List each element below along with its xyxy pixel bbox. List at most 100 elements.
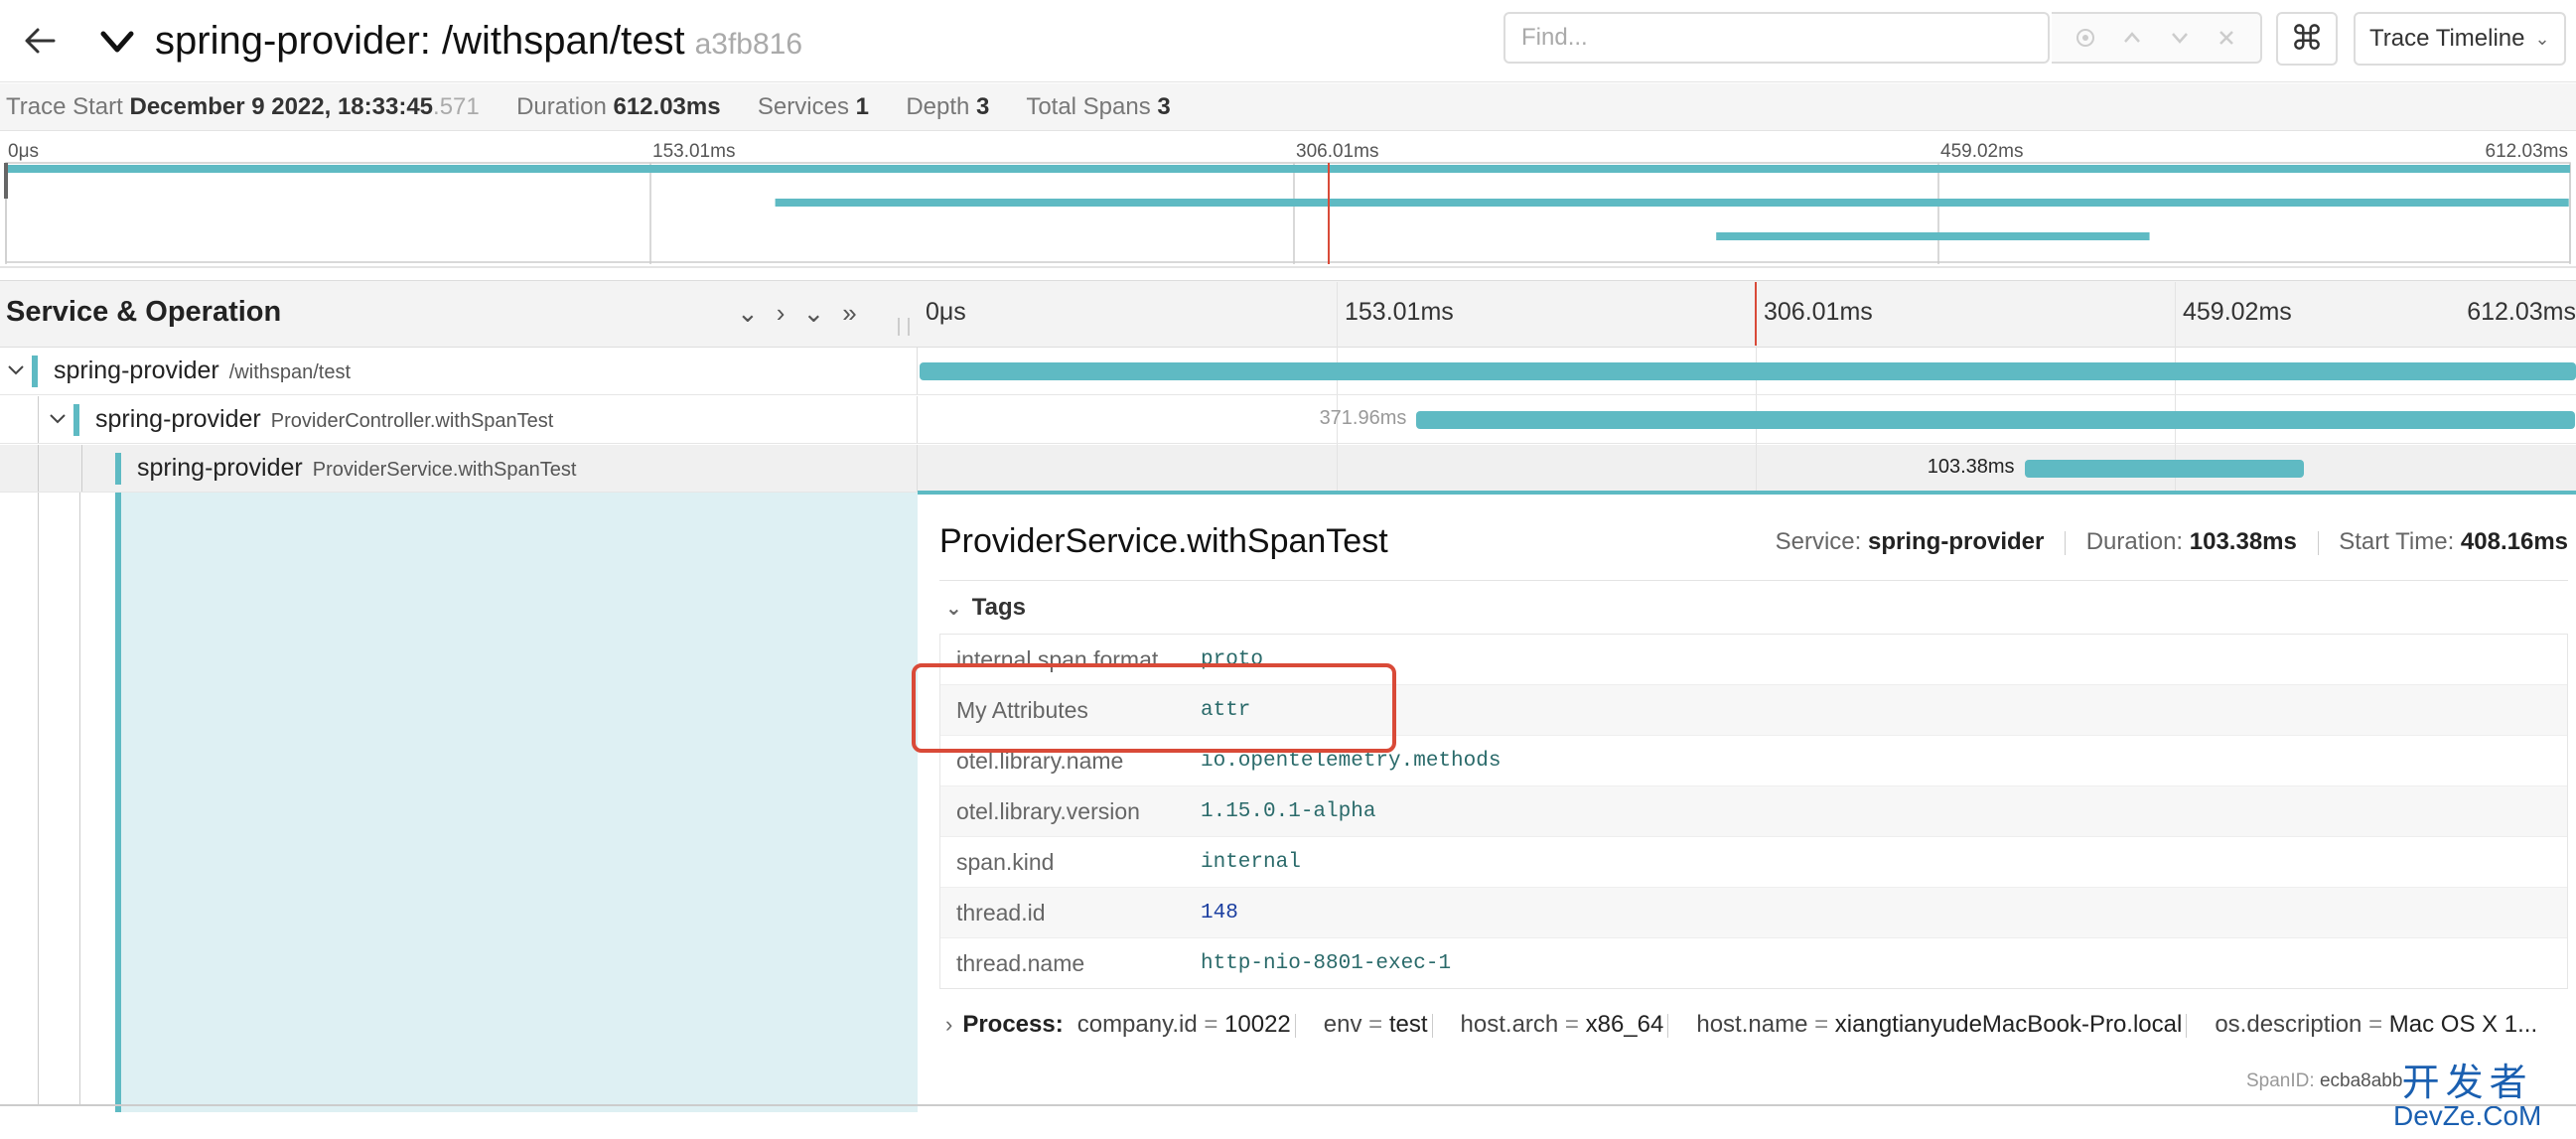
timeline-tick-label: 459.02ms [2183, 298, 2292, 326]
find-tools [2052, 12, 2262, 64]
process-kv-list: company.id = 10022 env = test host.arch = … [1064, 1011, 2537, 1038]
tree-indent-line [79, 493, 80, 1104]
span-duration-label: 371.96ms [1319, 407, 1407, 429]
minimap-frame [5, 162, 2571, 263]
process-kv: company.id = 10022 [1077, 1011, 1310, 1038]
timeline-tick-label: 306.01ms [1764, 298, 1873, 326]
chevron-down-icon[interactable] [2166, 24, 2194, 52]
expand-all-icon[interactable]: » [842, 298, 856, 329]
tree-controls: ⌄ › ⌄ » [737, 298, 857, 329]
span-id-label: SpanID: [2246, 1070, 2315, 1091]
collapse-one-icon[interactable]: ⌄ [737, 298, 759, 329]
depth-label: Depth [906, 93, 970, 120]
process-key: env [1323, 1011, 1362, 1038]
bottom-border [0, 1104, 2576, 1106]
span-id: SpanID: ecba8abb [2246, 1070, 2402, 1092]
timeline-tick-label: 612.03ms [2467, 298, 2576, 326]
span-name-cell[interactable]: spring-provider ProviderService.withSpanT… [0, 445, 918, 492]
detail-divider [939, 580, 2568, 581]
tree-indent-line [38, 493, 39, 1104]
span-name-cell[interactable]: spring-provider ProviderController.withSp… [0, 396, 918, 443]
span-bar[interactable] [920, 362, 2576, 380]
minimap-tick-label: 612.03ms [2486, 141, 2568, 162]
process-toggle[interactable]: › Process: company.id = 10022 env = test hos… [945, 1011, 2537, 1039]
total-spans-label: Total Spans [1026, 93, 1151, 120]
span-name-cell[interactable]: spring-provider/withspan/test [0, 348, 918, 394]
process-value: x86_64 [1585, 1011, 1664, 1038]
keyboard-shortcuts-button[interactable]: ⌘ [2276, 12, 2338, 66]
minimap-span-bar [6, 165, 2570, 173]
chevron-down-icon [100, 31, 134, 53]
watermark-bottom: DevZe.CoM [2393, 1100, 2542, 1131]
collapse-all-icon[interactable]: ⌄ [802, 298, 824, 329]
detail-operation-title: ProviderService.withSpanTest [939, 522, 1388, 560]
trace-minimap[interactable]: 0μs 153.01ms 306.01ms 459.02ms 612.03ms [0, 133, 2576, 268]
trace-start-ms: .571 [433, 93, 480, 120]
timeline-cursor-line [1754, 282, 1757, 346]
total-spans-value: 3 [1157, 93, 1171, 120]
span-operation: /withspan/test [228, 361, 352, 383]
span-bar[interactable] [1416, 411, 2576, 429]
span-service: spring-provider [137, 454, 303, 482]
span-name: spring-provider/withspan/test [54, 356, 351, 385]
chevron-up-icon[interactable] [2118, 24, 2146, 52]
minimap-left-handle[interactable] [4, 163, 8, 199]
minimap-tick-label: 306.01ms [1296, 141, 1378, 162]
back-button[interactable] [14, 14, 68, 68]
tag-key: thread.id [956, 899, 1046, 925]
trace-start-value: December 9 2022, 18:33:45 [129, 93, 434, 120]
services-label: Services [757, 93, 849, 120]
minimap-span-bar [775, 199, 2569, 207]
duration-value: 612.03ms [613, 93, 721, 120]
process-key: company.id [1076, 1011, 1198, 1038]
span-row[interactable]: spring-provider ProviderService.withSpanT… [0, 445, 2576, 493]
tag-value: internal [1201, 850, 1301, 874]
column-resize-handle[interactable] [898, 318, 910, 336]
tag-row[interactable]: thread.id 148 [940, 888, 2567, 938]
span-name: spring-provider ProviderService.withSpanT… [137, 454, 576, 483]
span-row[interactable]: spring-provider/withspan/test [0, 348, 2576, 395]
chevron-down-icon[interactable] [4, 357, 28, 381]
tree-indent-line [38, 396, 39, 443]
chevron-down-icon[interactable] [46, 406, 70, 430]
detail-start-label: Start Time: [2339, 528, 2455, 555]
tag-value: http-nio-8801-exec-1 [1201, 951, 1452, 975]
tag-row[interactable]: thread.name http-nio-8801-exec-1 [940, 938, 2567, 988]
trace-summary: Trace Start December 9 2022, 18:33:45.57… [0, 83, 2576, 131]
view-select[interactable]: Trace Timeline ⌄ [2354, 12, 2566, 66]
tag-value: 1.15.0.1-alpha [1201, 799, 1376, 823]
span-name: spring-provider ProviderController.withSp… [95, 405, 553, 434]
process-key: host.name [1696, 1011, 1808, 1038]
watermark-logo: 开发者 DevZe.CoM [2393, 1065, 2541, 1130]
locate-icon[interactable] [2072, 24, 2099, 52]
service-color-bar [32, 356, 38, 387]
chevron-right-icon: › [945, 1012, 953, 1037]
tags-toggle[interactable]: ⌄ Tags [945, 594, 1026, 622]
depth-value: 3 [976, 93, 990, 120]
trace-id: a3fb816 [694, 28, 803, 61]
find-input[interactable] [1505, 14, 2050, 62]
minimap-tick-label: 153.01ms [652, 141, 735, 162]
span-id-value: ecba8abb [2319, 1070, 2403, 1091]
collapse-header-button[interactable] [97, 22, 137, 62]
duration-label: Duration [516, 93, 607, 120]
view-select-label: Trace Timeline [2369, 25, 2525, 52]
process-value: xiangtianyudeMacBook-Pro.local [1834, 1011, 2183, 1038]
chevron-down-icon: ⌄ [2534, 28, 2550, 49]
row-grid-line [1337, 445, 1338, 492]
tag-row[interactable]: otel.library.version 1.15.0.1-alpha [940, 786, 2567, 837]
process-kv: env = test [1324, 1011, 1447, 1038]
process-kv: host.arch = x86_64 [1461, 1011, 1683, 1038]
tag-row[interactable]: span.kind internal [940, 837, 2567, 888]
expand-one-icon[interactable]: › [777, 298, 786, 329]
watermark-top: 开发者 [2401, 1063, 2533, 1104]
span-bar[interactable] [2024, 460, 2305, 478]
detail-meta: Service: spring-provider Duration: 103.3… [1776, 528, 2568, 556]
span-service: spring-provider [95, 405, 261, 433]
minimap-tick-label: 0μs [8, 141, 39, 162]
close-icon[interactable] [2213, 24, 2240, 52]
process-key: os.description [2215, 1011, 2362, 1038]
span-row[interactable]: spring-provider ProviderController.withSp… [0, 396, 2576, 444]
chevron-down-icon: ⌄ [945, 598, 962, 620]
span-service: spring-provider [54, 356, 219, 384]
